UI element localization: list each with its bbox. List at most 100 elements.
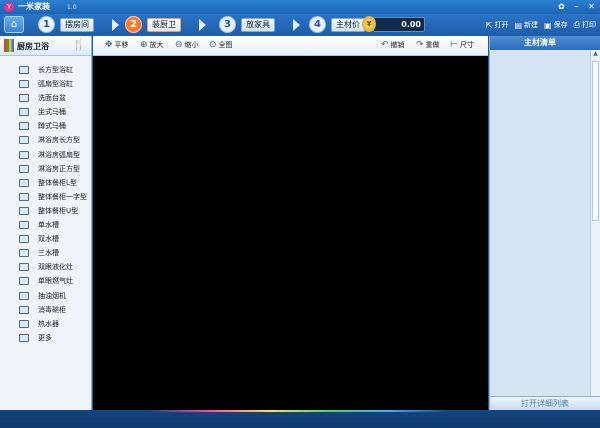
list-item-label: 更多: [38, 333, 52, 342]
close-icon[interactable]: ✕: [586, 1, 597, 12]
scroll-thumb[interactable]: [592, 61, 599, 221]
fixture-icon: [19, 277, 29, 286]
list-item[interactable]: 坐式马桶: [0, 105, 91, 119]
list-item[interactable]: 洗面台盆: [0, 91, 91, 105]
fixture-icon: [19, 136, 29, 145]
step-number: 3: [219, 16, 236, 33]
list-item-label: 单水槽: [38, 221, 59, 230]
pan-button[interactable]: ✥ 平移: [105, 40, 129, 50]
new-button[interactable]: ▤ 新建: [514, 20, 538, 30]
file-actions: ⇱ 打开 ▤ 新建 ▣ 保存 ⎙ 打印: [486, 20, 596, 30]
fixture-icon: [19, 221, 29, 230]
save-icon: ▣: [544, 20, 552, 30]
fit-view-icon: ⊙: [209, 40, 217, 50]
materials-scrollbar[interactable]: ▲: [590, 50, 600, 398]
list-item[interactable]: 长方型浴缸: [0, 63, 91, 77]
step-number: 4: [309, 16, 326, 33]
chevron-right-icon: [199, 19, 206, 31]
step-2[interactable]: 2 装厨卫: [125, 16, 206, 34]
fixture-icon: [19, 164, 29, 173]
pan-icon: ✥: [105, 40, 113, 50]
list-item-label: 长方型浴缸: [38, 66, 73, 74]
list-item[interactable]: 整体餐柜L型: [0, 176, 91, 190]
print-icon: ⎙: [573, 20, 580, 29]
fixture-icon: [19, 192, 29, 201]
list-item-label: 淋浴房长方型: [38, 136, 80, 145]
list-item-label: 抽油烟机: [38, 291, 66, 300]
coin-icon: ¥: [362, 16, 376, 32]
list-item-label: 三水槽: [38, 249, 59, 258]
fixture-icon: [19, 206, 29, 215]
list-item[interactable]: 热水器: [0, 317, 91, 331]
zoom-out-button[interactable]: ⊖ 缩小: [175, 40, 199, 50]
print-button[interactable]: ⎙ 打印: [574, 20, 596, 30]
fixture-icon: [19, 94, 29, 103]
list-item[interactable]: 淋浴房正方型: [0, 162, 91, 176]
fit-view-button[interactable]: ⊙ 全图: [209, 40, 233, 50]
list-item[interactable]: 双眼液化灶: [0, 260, 91, 274]
list-item[interactable]: 单眼燃气灶: [0, 274, 91, 288]
scroll-up-icon[interactable]: ▲: [591, 50, 600, 60]
new-file-icon: ▤: [514, 20, 523, 30]
open-detail-list-button[interactable]: 打开详细列表: [490, 396, 600, 410]
list-item-label: 弧扇型浴缸: [38, 80, 73, 89]
undo-icon: ↶: [381, 40, 389, 50]
list-item[interactable]: 单水槽: [0, 218, 91, 232]
list-item[interactable]: 双水槽: [0, 232, 91, 246]
total-price: 0.00: [373, 17, 425, 32]
list-item-label: 热水器: [38, 319, 59, 328]
list-item[interactable]: 淋浴房长方型: [0, 133, 91, 147]
footer-bar: [0, 410, 600, 428]
list-item-label: 双水槽: [38, 235, 59, 244]
footer-glow: [150, 410, 450, 412]
chevron-right-icon: [112, 19, 119, 31]
kitchen-bath-panel: 厨房卫浴 🍴 长方型浴缸弧扇型浴缸洗面台盆坐式马桶蹲式马桶淋浴房长方型 淋浴房弧扇…: [0, 36, 92, 410]
skin-icon[interactable]: ✿: [556, 1, 567, 12]
app-logo-icon: Y: [4, 2, 14, 12]
step-1[interactable]: 1 摆房间: [38, 16, 119, 34]
step-label[interactable]: 摆房间: [60, 18, 94, 32]
list-item[interactable]: 三水槽: [0, 246, 91, 260]
save-button[interactable]: ▣ 保存: [544, 20, 568, 30]
step-label[interactable]: 装厨卫: [147, 18, 181, 32]
open-button[interactable]: ⇱ 打开: [486, 20, 509, 30]
fixture-icon: [19, 235, 29, 244]
step-label[interactable]: 放家具: [241, 18, 275, 32]
redo-icon: ↷: [416, 40, 424, 50]
fixture-icon: [19, 80, 29, 89]
list-item[interactable]: 淋浴房弧扇型: [0, 148, 91, 162]
list-item[interactable]: 消毒碗柜: [0, 303, 91, 317]
fixture-icon: [19, 249, 29, 258]
minimize-icon[interactable]: –: [571, 1, 582, 12]
utensils-icon: 🍴: [72, 40, 85, 51]
zoom-out-icon: ⊖: [175, 40, 183, 50]
list-item-label: 淋浴房弧扇型: [38, 150, 80, 159]
fixture-icon: [19, 305, 29, 314]
list-item-label: 淋浴房正方型: [38, 164, 80, 173]
list-item[interactable]: 抽油烟机: [0, 289, 91, 303]
list-item[interactable]: 弧扇型浴缸: [0, 77, 91, 91]
fixture-icon: [19, 178, 29, 187]
zoom-in-button[interactable]: ⊕ 放大: [140, 40, 164, 50]
materials-title: 主材清单: [490, 36, 600, 50]
design-canvas[interactable]: [93, 56, 488, 410]
list-item-label: 洗面台盆: [38, 94, 66, 103]
home-button[interactable]: ⌂: [4, 16, 24, 33]
list-item[interactable]: 蹲式马桶: [0, 119, 91, 133]
redo-button[interactable]: ↷ 重做: [416, 40, 440, 50]
step-number: 2: [125, 16, 142, 33]
measure-button[interactable]: ⊢ 尺寸: [450, 40, 474, 50]
list-item-label: 蹲式马桶: [38, 122, 66, 131]
step-3[interactable]: 3 放家具: [219, 16, 300, 34]
fixture-icon: [19, 263, 29, 272]
fixture-icon: [19, 108, 29, 117]
fixture-icon: [19, 66, 29, 74]
list-item[interactable]: 整体餐柜一字型: [0, 190, 91, 204]
undo-button[interactable]: ↶ 撤销: [381, 40, 405, 50]
panel-title: 厨房卫浴: [17, 42, 49, 51]
list-item[interactable]: 更多: [0, 331, 91, 345]
home-icon: ⌂: [10, 19, 18, 30]
step-label[interactable]: 主材价: [331, 18, 365, 32]
list-item-label: 整体餐柜一字型: [38, 192, 87, 201]
list-item[interactable]: 整体餐柜U型: [0, 204, 91, 218]
